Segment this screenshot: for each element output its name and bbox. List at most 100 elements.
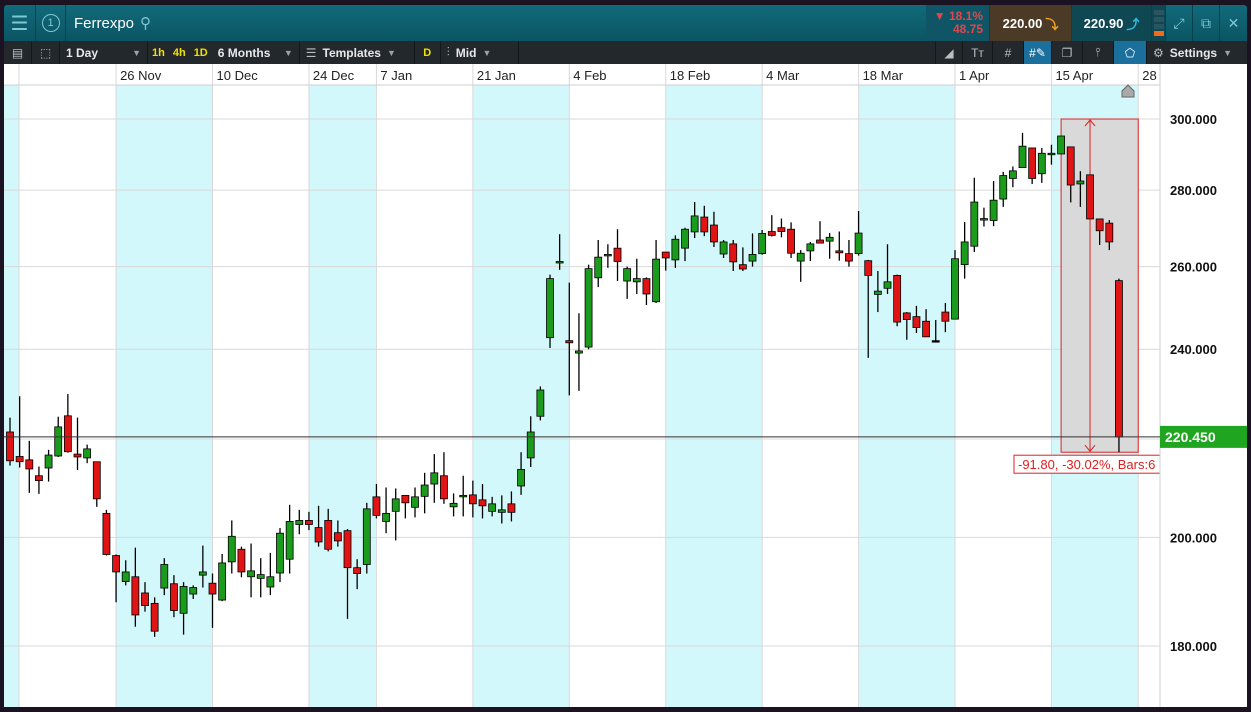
list-icon[interactable]: ▤ — [4, 41, 32, 64]
candle — [1115, 278, 1123, 453]
y-tick-label: 300.000 — [1170, 112, 1217, 127]
buy-button[interactable]: 220.90 ⤴ — [1072, 5, 1152, 41]
candle-body — [1008, 170, 1017, 179]
candle-body — [73, 453, 82, 458]
candle — [1086, 174, 1094, 220]
candle-body — [1018, 145, 1027, 168]
candle-body — [1037, 152, 1046, 175]
candle-body — [806, 243, 815, 252]
close-icon[interactable]: ✕ — [1220, 5, 1247, 41]
candle-body — [497, 509, 506, 513]
candle-body — [748, 254, 757, 262]
candle-body — [44, 454, 53, 469]
candle — [980, 207, 988, 227]
title-bar: ☰ 1 Ferrexpo ⚲ ▼ 18.1% 48.75 220.00 ⤵ 22… — [4, 5, 1247, 41]
change-value: 48.75 — [952, 22, 983, 36]
x-tick-label: 1 Apr — [959, 68, 990, 83]
candle — [970, 177, 979, 253]
candle-body — [6, 431, 14, 462]
candle-body — [449, 502, 458, 508]
candle-body — [285, 521, 294, 560]
y-tick-label: 240.000 — [1170, 342, 1217, 357]
candle-body — [738, 264, 747, 270]
quick-interval-1d[interactable]: 1D — [190, 47, 212, 59]
candle-body — [382, 512, 390, 522]
popout-icon[interactable]: ⧉ — [1193, 5, 1220, 41]
candle-body — [767, 231, 776, 236]
candle — [951, 250, 959, 320]
price-tag-icon[interactable]: ⬠ — [1114, 41, 1147, 64]
measurement-label: -91.80, -30.02%, Bars:6 — [1013, 454, 1163, 474]
expand-icon[interactable]: ⤢ — [1166, 5, 1193, 41]
candle-body — [276, 532, 284, 574]
text-tool-icon[interactable]: Tт — [963, 41, 993, 64]
candle — [440, 452, 448, 504]
candle-body — [632, 278, 641, 283]
quick-interval-4h[interactable]: 4h — [169, 47, 190, 59]
candle — [237, 546, 246, 578]
templates-dropdown[interactable]: ☰ Templates ▼ — [300, 41, 415, 64]
interval-dropdown[interactable]: 1 Day ▼ — [60, 41, 148, 64]
x-tick-label: 18 Feb — [670, 68, 710, 83]
candle — [623, 266, 632, 299]
candle — [1008, 166, 1017, 188]
instrument-number-badge[interactable]: 1 — [36, 5, 66, 41]
candle-body — [873, 290, 882, 295]
candle-body — [671, 238, 680, 261]
price-chart[interactable]: 26 Nov 10 Dec 24 Dec 7 Jan 21 Jan 4 Feb 18 Feb… — [4, 64, 1247, 707]
d-button[interactable]: D — [415, 41, 441, 64]
candle-body — [700, 216, 709, 233]
candle-body — [25, 459, 34, 470]
trendline-tool-icon[interactable]: ◢ — [935, 41, 963, 64]
sell-button[interactable]: 220.00 ⤵ — [990, 5, 1072, 41]
candle — [391, 488, 400, 541]
d-label: D — [423, 46, 432, 59]
candle-body — [729, 243, 738, 263]
candle-body — [420, 484, 429, 497]
candle-body — [883, 281, 892, 289]
chart-toolbar: ▤ ⬚ 1 Day ▼ 1h 4h 1D 6 Months ▼ ☰ Template… — [4, 41, 1247, 64]
measurement-label-text: -91.80, -30.02%, Bars:6 — [1018, 457, 1155, 472]
candle-body — [652, 258, 660, 303]
layers-icon[interactable]: ❐ — [1052, 41, 1083, 64]
grid-edit-icon[interactable]: #✎ — [1024, 41, 1052, 64]
candle-body — [526, 431, 535, 459]
current-price-label: 220.450 — [1165, 429, 1216, 445]
y-tick-label: 200.000 — [1170, 530, 1217, 545]
candle-body — [864, 260, 873, 276]
range-dropdown[interactable]: 6 Months ▼ — [212, 41, 300, 64]
instrument-title[interactable]: Ferrexpo — [74, 15, 134, 32]
candle-body — [980, 218, 988, 221]
candle — [295, 509, 304, 535]
sliders-icon: ☰ — [305, 45, 317, 60]
candle-body — [391, 498, 400, 512]
candle — [276, 528, 284, 583]
candle-tool-icon[interactable]: ⫯ — [1083, 41, 1114, 64]
candle — [256, 558, 265, 598]
price-type-dropdown[interactable]: ⫶ Mid ▼ — [441, 41, 519, 64]
candle-body — [1028, 147, 1037, 179]
range-value: 6 Months — [217, 45, 271, 60]
candle — [603, 244, 612, 268]
candle-body — [256, 574, 265, 579]
date-band — [665, 85, 763, 707]
grid-icon[interactable]: # — [993, 41, 1024, 64]
candle — [767, 215, 776, 237]
candle-body — [719, 241, 728, 255]
candle-body — [189, 587, 198, 595]
candle-body — [170, 583, 178, 611]
candle-body — [468, 494, 477, 505]
layout-icon[interactable]: ⬚ — [32, 41, 60, 64]
candlestick-chart[interactable]: 26 Nov 10 Dec 24 Dec 7 Jan 21 Jan 4 Feb 18 Feb… — [4, 64, 1247, 707]
search-icon[interactable]: ⚲ — [140, 14, 151, 32]
candle — [613, 229, 622, 282]
quick-interval-1h[interactable]: 1h — [148, 47, 169, 59]
chevron-down-icon: ▼ — [283, 47, 293, 58]
candle-body — [343, 530, 352, 569]
x-tick-label: 26 Nov — [120, 68, 162, 83]
candle-body — [54, 426, 63, 457]
candle — [92, 461, 101, 507]
menu-icon[interactable]: ☰ — [4, 5, 36, 41]
settings-dropdown[interactable]: ⚙ Settings ▼ — [1147, 41, 1247, 64]
change-percent-value: 18.1% — [948, 9, 983, 23]
